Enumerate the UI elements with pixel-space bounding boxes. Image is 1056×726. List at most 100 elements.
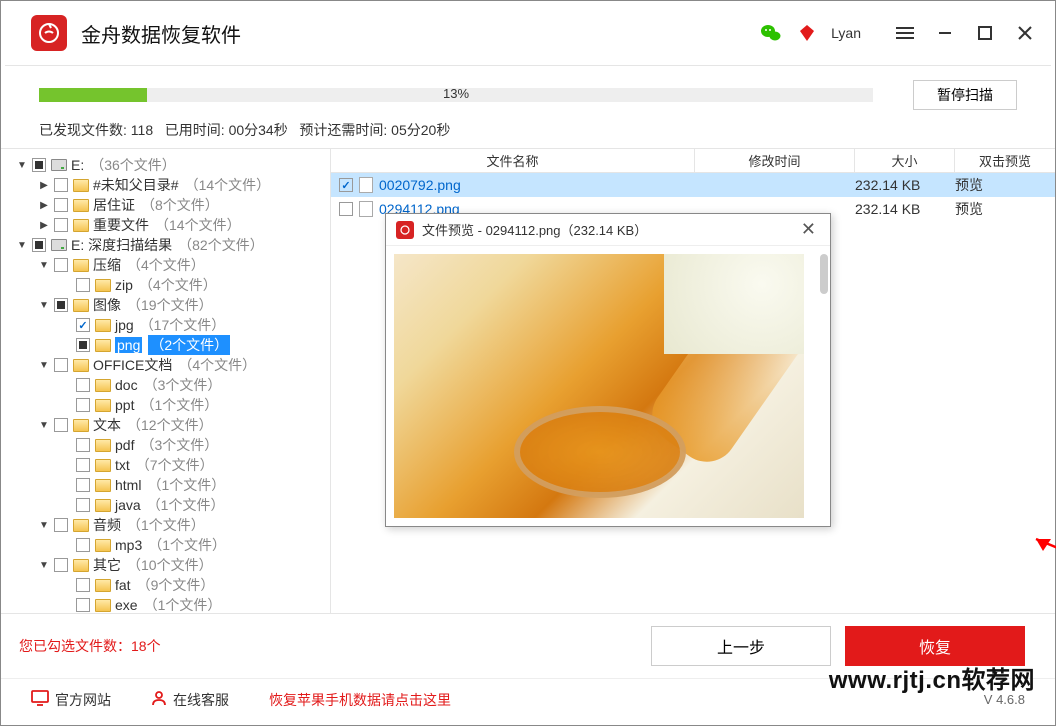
tree-checkbox[interactable] <box>54 358 68 372</box>
column-size[interactable]: 大小 <box>855 149 955 172</box>
wechat-icon[interactable] <box>759 21 783 45</box>
tree-checkbox[interactable] <box>54 518 68 532</box>
file-checkbox[interactable] <box>339 202 353 216</box>
expand-arrow-icon[interactable]: ▶ <box>37 180 51 191</box>
recover-button[interactable]: 恢复 <box>845 626 1025 666</box>
tree-count: （1个文件） <box>147 475 225 495</box>
expand-arrow-icon[interactable]: ▼ <box>15 240 29 251</box>
expand-arrow-icon[interactable]: ▼ <box>37 260 51 271</box>
tree-item[interactable]: exe（1个文件） <box>1 595 330 613</box>
tree-checkbox[interactable] <box>54 418 68 432</box>
expand-arrow-icon[interactable]: ▼ <box>15 160 29 171</box>
expand-arrow-icon[interactable]: ▶ <box>37 200 51 211</box>
preview-close-icon[interactable]: ✕ <box>797 219 820 240</box>
tree-item[interactable]: ▼音频（1个文件） <box>1 515 330 535</box>
tree-item[interactable]: ▼文本（12个文件） <box>1 415 330 435</box>
tree-checkbox[interactable] <box>54 258 68 272</box>
tree-label: 文本 <box>93 415 121 435</box>
expand-arrow-icon[interactable]: ▼ <box>37 520 51 531</box>
tree-count: （14个文件） <box>185 175 271 195</box>
column-preview[interactable]: 双击预览 <box>955 149 1055 172</box>
tree-item[interactable]: ▶#未知父目录#（14个文件） <box>1 175 330 195</box>
tree-item[interactable]: txt（7个文件） <box>1 455 330 475</box>
tree-item[interactable]: ▶居住证（8个文件） <box>1 195 330 215</box>
tree-label: 重要文件 <box>93 215 149 235</box>
tree-checkbox[interactable] <box>76 478 90 492</box>
previous-button[interactable]: 上一步 <box>651 626 831 666</box>
tree-checkbox[interactable] <box>76 538 90 552</box>
file-preview-link[interactable]: 预览 <box>955 199 1055 219</box>
tree-checkbox[interactable] <box>32 158 46 172</box>
tree-item[interactable]: ▼E:（36个文件） <box>1 155 330 175</box>
tree-item[interactable]: pdf（3个文件） <box>1 435 330 455</box>
tree-checkbox[interactable] <box>76 458 90 472</box>
tree-item[interactable]: jpg（17个文件） <box>1 315 330 335</box>
tree-checkbox[interactable] <box>54 298 68 312</box>
tree-item[interactable]: ▶重要文件（14个文件） <box>1 215 330 235</box>
expand-arrow-icon[interactable]: ▶ <box>37 220 51 231</box>
tree-item[interactable]: mp3（1个文件） <box>1 535 330 555</box>
tree-item[interactable]: ▼图像（19个文件） <box>1 295 330 315</box>
folder-icon <box>73 298 89 312</box>
tree-checkbox[interactable] <box>54 178 68 192</box>
tree-label: 居住证 <box>93 195 135 215</box>
tree-checkbox[interactable] <box>76 318 90 332</box>
gem-icon[interactable] <box>797 23 817 43</box>
tree-label: ppt <box>115 397 134 413</box>
tree-item[interactable]: ppt （1个文件） <box>1 395 330 415</box>
tree-item[interactable]: fat（9个文件） <box>1 575 330 595</box>
maximize-icon[interactable] <box>975 23 995 43</box>
tree-checkbox[interactable] <box>54 198 68 212</box>
file-preview-link[interactable]: 预览 <box>955 175 1055 195</box>
tree-item[interactable]: java（1个文件） <box>1 495 330 515</box>
online-chat-link[interactable]: 在线客服 <box>151 690 229 710</box>
expand-arrow-icon[interactable]: ▼ <box>37 360 51 371</box>
column-name[interactable]: 文件名称 <box>331 149 695 172</box>
tree-item[interactable]: ▼OFFICE文档（4个文件） <box>1 355 330 375</box>
tree-item[interactable]: ▼其它（10个文件） <box>1 555 330 575</box>
tree-item[interactable]: ▼压缩（4个文件） <box>1 255 330 275</box>
tree-item[interactable]: zip（4个文件） <box>1 275 330 295</box>
expand-arrow-icon[interactable]: ▼ <box>37 300 51 311</box>
tree-item[interactable]: html（1个文件） <box>1 475 330 495</box>
tree-count: （3个文件） <box>144 375 222 395</box>
column-time[interactable]: 修改时间 <box>695 149 855 172</box>
close-icon[interactable] <box>1015 23 1035 43</box>
tree-label: mp3 <box>115 537 142 553</box>
minimize-icon[interactable] <box>935 23 955 43</box>
expand-arrow-icon[interactable]: ▼ <box>37 560 51 571</box>
tree-item[interactable]: ▼E: 深度扫描结果（82个文件） <box>1 235 330 255</box>
file-checkbox[interactable] <box>339 178 353 192</box>
preview-title-text: 文件预览 - 0294112.png（232.14 KB） <box>422 220 647 239</box>
expand-arrow-icon[interactable]: ▼ <box>37 420 51 431</box>
tree-label: txt <box>115 457 130 473</box>
tree-item[interactable]: doc（3个文件） <box>1 375 330 395</box>
preview-scrollbar[interactable] <box>820 254 828 518</box>
tree-checkbox[interactable] <box>32 238 46 252</box>
tree-checkbox[interactable] <box>76 498 90 512</box>
official-site-link[interactable]: 官方网站 <box>31 690 111 710</box>
tree-checkbox[interactable] <box>76 598 90 612</box>
pause-scan-button[interactable]: 暂停扫描 <box>913 80 1017 110</box>
tree-checkbox[interactable] <box>76 278 90 292</box>
tree-checkbox[interactable] <box>54 558 68 572</box>
file-row[interactable]: 0020792.png232.14 KB预览 <box>331 173 1055 197</box>
tree-checkbox[interactable] <box>76 578 90 592</box>
tree-checkbox[interactable] <box>76 378 90 392</box>
folder-tree[interactable]: ▼E:（36个文件）▶#未知父目录#（14个文件）▶居住证（8个文件）▶重要文件… <box>1 149 331 613</box>
user-name[interactable]: Lyan <box>831 25 861 41</box>
tree-checkbox[interactable] <box>76 338 90 352</box>
preview-titlebar[interactable]: 文件预览 - 0294112.png（232.14 KB） ✕ <box>386 214 830 246</box>
tree-item[interactable]: png（2个文件） <box>1 335 330 355</box>
tree-checkbox[interactable] <box>76 438 90 452</box>
file-size: 232.14 KB <box>855 201 955 217</box>
action-footer: 您已勾选文件数：18个 上一步 恢复 <box>1 614 1055 678</box>
tree-checkbox[interactable] <box>76 398 90 412</box>
file-name: 0020792.png <box>379 177 695 193</box>
menu-icon[interactable] <box>895 23 915 43</box>
tree-count: （1个文件） <box>140 395 218 415</box>
tree-checkbox[interactable] <box>54 218 68 232</box>
folder-icon <box>95 598 111 612</box>
tree-label: png <box>115 337 142 353</box>
apple-recovery-link[interactable]: 恢复苹果手机数据请点击这里 <box>269 690 451 710</box>
